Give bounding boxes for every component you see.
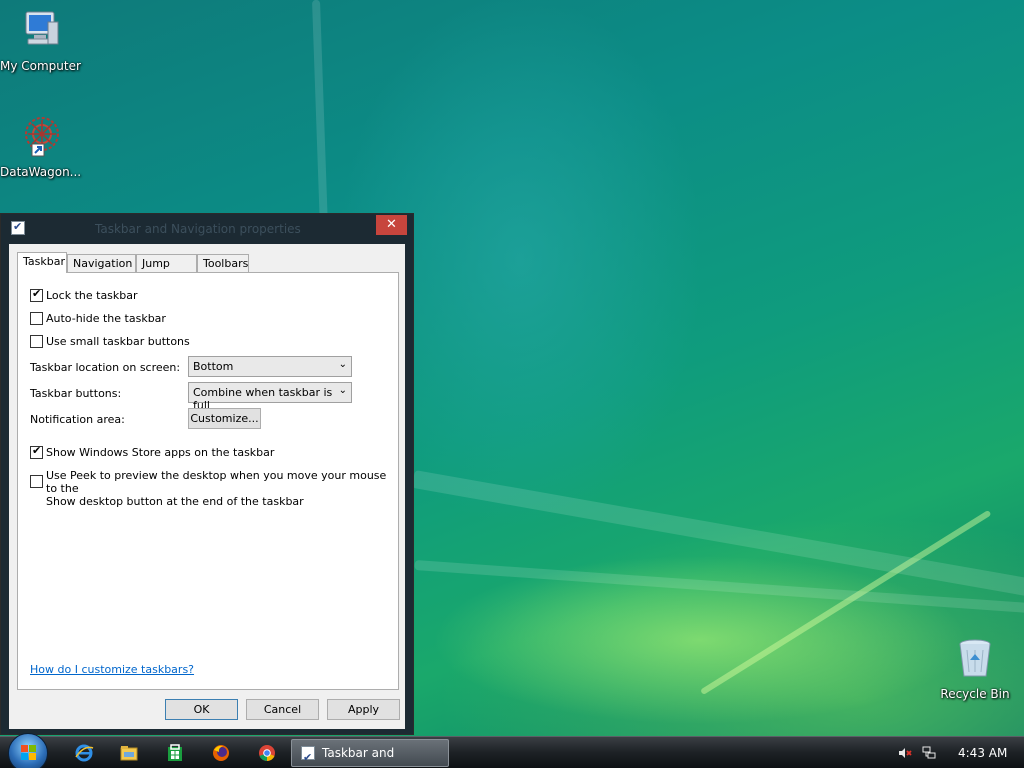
- tab-toolbars[interactable]: Toolbars: [197, 254, 249, 272]
- taskbar-properties-icon: [301, 745, 315, 768]
- ok-button[interactable]: OK: [165, 699, 238, 720]
- network-icon[interactable]: [922, 746, 936, 760]
- auto-hide-option[interactable]: Auto-hide the taskbar: [30, 312, 166, 328]
- windows-logo-icon: [21, 745, 36, 760]
- internet-explorer-icon[interactable]: [74, 743, 94, 763]
- auto-hide-checkbox[interactable]: [30, 312, 43, 325]
- recycle-bin-icon: [959, 639, 991, 677]
- dialog-client-area: Taskbar Navigation Jump Lists Toolbars L…: [9, 244, 405, 729]
- taskbar-tab-panel: Lock the taskbar Auto-hide the taskbar U…: [17, 272, 399, 690]
- dialog-titlebar[interactable]: Taskbar and Navigation properties ✕: [1, 214, 413, 244]
- speaker-muted-icon[interactable]: [898, 746, 912, 760]
- lock-taskbar-checkbox[interactable]: [30, 287, 43, 302]
- taskbar-buttons-label: Taskbar buttons:: [30, 387, 122, 400]
- peek-label-line2: Show desktop button at the end of the ta…: [46, 495, 304, 508]
- store-icon[interactable]: [165, 743, 185, 763]
- taskbar-location-label: Taskbar location on screen:: [30, 361, 181, 374]
- small-buttons-option[interactable]: Use small taskbar buttons: [30, 335, 190, 351]
- taskbar-task-button[interactable]: Taskbar and Navigati...: [291, 739, 449, 768]
- auto-hide-label: Auto-hide the taskbar: [46, 312, 166, 325]
- chevron-down-icon: ⌄: [338, 385, 347, 396]
- desktop-icon-datawagon[interactable]: DataWagon...: [0, 114, 82, 179]
- desktop-icon-label: Recycle Bin: [940, 687, 1010, 701]
- store-apps-checkbox[interactable]: [30, 444, 43, 459]
- small-buttons-checkbox[interactable]: [30, 335, 43, 348]
- peek-label: Use Peek to preview the desktop when you…: [46, 469, 398, 508]
- cancel-button[interactable]: Cancel: [246, 699, 319, 720]
- file-explorer-icon[interactable]: [119, 743, 139, 763]
- tab-jump-lists[interactable]: Jump Lists: [136, 254, 197, 283]
- close-button[interactable]: ✕: [376, 215, 407, 235]
- datawagon-shortcut-icon: [25, 117, 59, 157]
- apply-button[interactable]: Apply: [327, 699, 400, 720]
- small-buttons-label: Use small taskbar buttons: [46, 335, 190, 348]
- peek-checkbox[interactable]: [30, 475, 43, 488]
- computer-icon: [25, 11, 59, 45]
- chevron-down-icon: ⌄: [338, 359, 347, 370]
- taskbar-location-select[interactable]: Bottom ⌄: [188, 356, 352, 377]
- taskbar-buttons-select[interactable]: Combine when taskbar is full ⌄: [188, 382, 352, 412]
- peek-label-line1: Use Peek to preview the desktop when you…: [46, 469, 387, 495]
- tab-taskbar[interactable]: Taskbar: [17, 252, 67, 273]
- system-clock[interactable]: 4:43 AM: [958, 746, 1007, 760]
- taskbar-properties-dialog: Taskbar and Navigation properties ✕ Task…: [0, 213, 414, 735]
- customize-button[interactable]: Customize...: [188, 408, 261, 429]
- desktop-icon-label: My Computer: [0, 59, 81, 73]
- lock-taskbar-label: Lock the taskbar: [46, 289, 138, 302]
- taskbar-task-label: Taskbar and Navigati...: [322, 746, 395, 760]
- desktop-icon-recycle-bin[interactable]: Recycle Bin: [935, 636, 1015, 701]
- peek-option[interactable]: Use Peek to preview the desktop when you…: [30, 469, 398, 508]
- store-apps-option[interactable]: Show Windows Store apps on the taskbar: [30, 444, 275, 462]
- tab-navigation[interactable]: Navigation: [67, 254, 136, 272]
- taskbar-location-value: Bottom: [193, 360, 234, 373]
- desktop-icon-label: DataWagon...: [0, 165, 82, 179]
- taskbar: Taskbar and Navigati... 4:43 AM: [0, 733, 1024, 768]
- desktop-icon-my-computer[interactable]: My Computer: [0, 8, 81, 73]
- help-link[interactable]: How do I customize taskbars?: [30, 663, 194, 676]
- dialog-title: Taskbar and Navigation properties: [95, 222, 301, 236]
- store-apps-label: Show Windows Store apps on the taskbar: [46, 446, 275, 459]
- start-button[interactable]: [8, 733, 48, 768]
- notification-area-label: Notification area:: [30, 413, 125, 426]
- firefox-icon[interactable]: [211, 743, 231, 763]
- chrome-icon[interactable]: [257, 743, 277, 763]
- dialog-app-icon: [11, 220, 25, 235]
- lock-taskbar-option[interactable]: Lock the taskbar: [30, 287, 138, 305]
